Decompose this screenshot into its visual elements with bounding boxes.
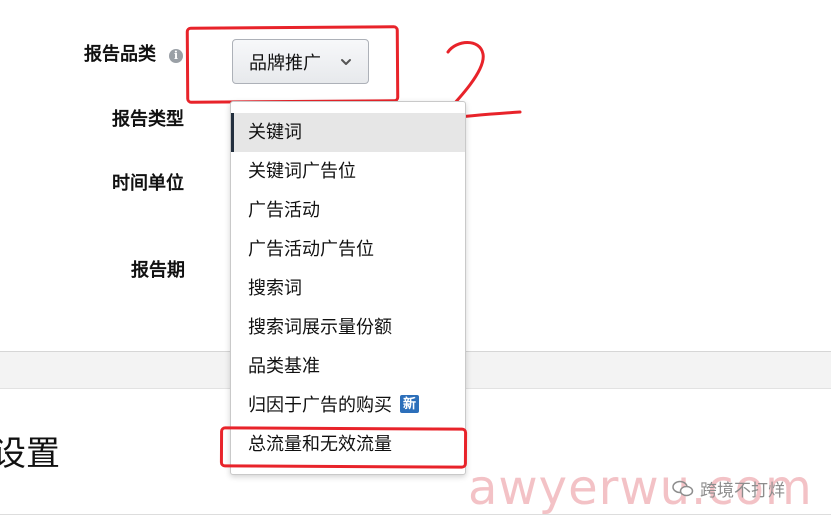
settings-section-title: 设置 [0, 435, 60, 473]
menu-item-label: 搜索词 [248, 278, 302, 298]
account-watermark: 跨境不打烊 [672, 476, 785, 501]
menu-item-label: 搜索词展示量份额 [248, 317, 392, 337]
menu-item-campaign[interactable]: 广告活动 [231, 191, 465, 230]
new-badge: 新 [400, 395, 420, 414]
menu-item-search-term-impression-share[interactable]: 搜索词展示量份额 [231, 308, 465, 347]
report-type-label: 报告类型 [112, 109, 184, 129]
menu-item-label: 关键词广告位 [248, 161, 356, 181]
highlight-box-traffic-item [219, 426, 468, 469]
report-category-label: 报告品类 [84, 44, 156, 64]
report-type-dropdown-menu: 关键词 关键词广告位 广告活动 广告活动广告位 搜索词 搜索词展示量份额 品类基… [230, 101, 466, 475]
menu-item-campaign-placement[interactable]: 广告活动广告位 [231, 230, 465, 269]
menu-item-category-benchmark[interactable]: 品类基准 [231, 347, 465, 386]
menu-item-keyword[interactable]: 关键词 [231, 113, 465, 152]
account-name: 跨境不打烊 [700, 481, 785, 500]
menu-item-label: 关键词 [248, 122, 302, 142]
menu-item-label: 广告活动广告位 [248, 239, 374, 259]
info-icon[interactable]: i [169, 49, 183, 63]
menu-item-keyword-placement[interactable]: 关键词广告位 [231, 152, 465, 191]
menu-item-attributed-purchases[interactable]: 归因于广告的购买新 [231, 386, 465, 425]
wechat-icon [672, 480, 694, 496]
time-unit-label: 时间单位 [112, 173, 184, 193]
menu-item-label: 品类基准 [248, 356, 320, 376]
menu-item-label: 归因于广告的购买 [248, 395, 392, 415]
highlight-box-category [185, 25, 400, 104]
menu-item-label: 广告活动 [248, 200, 320, 220]
report-period-label: 报告期 [131, 260, 185, 280]
menu-item-search-term[interactable]: 搜索词 [231, 269, 465, 308]
